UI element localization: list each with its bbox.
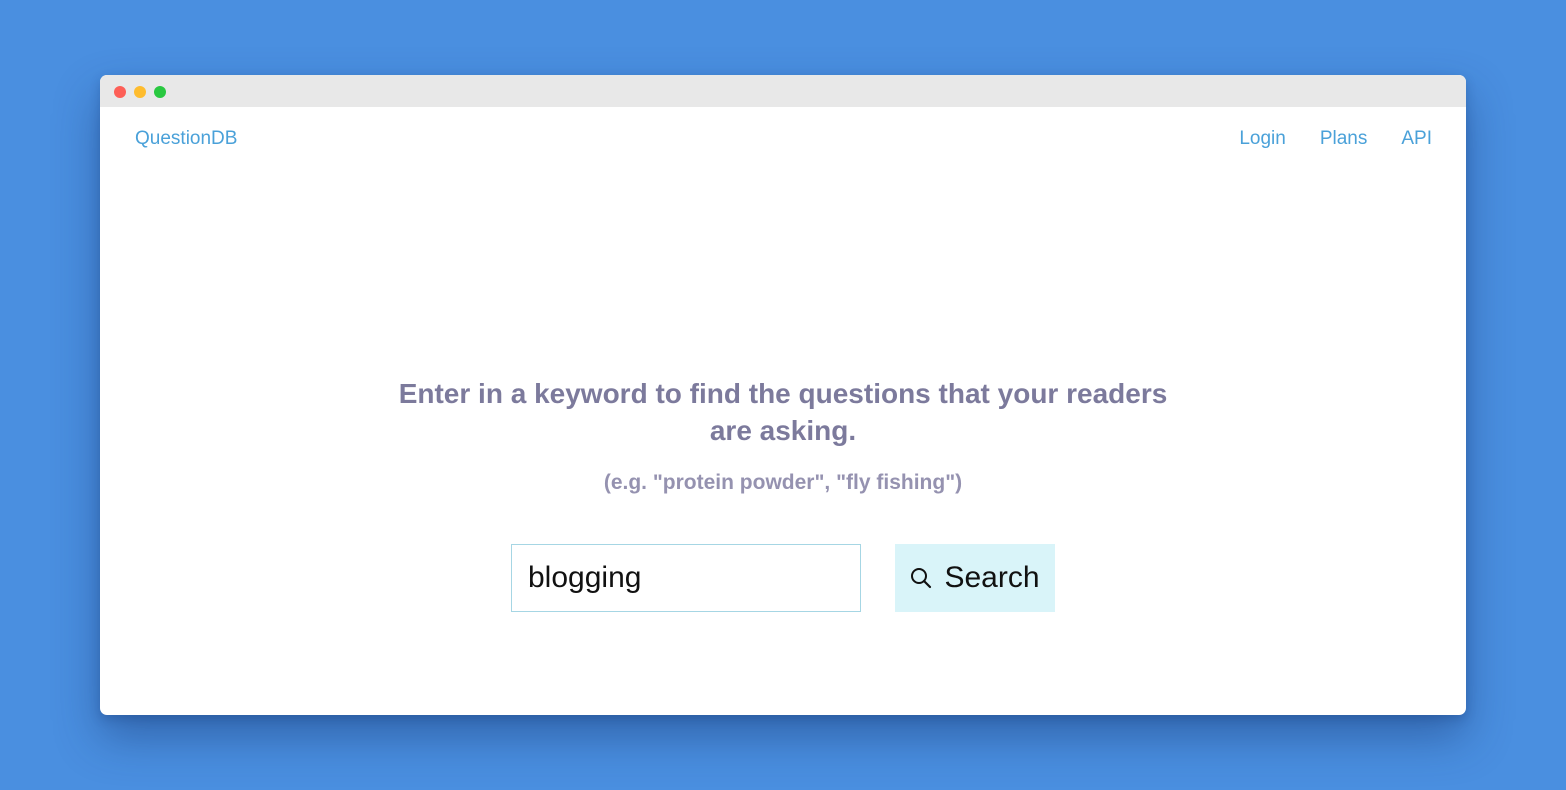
search-input[interactable] bbox=[511, 544, 861, 612]
nav-links: Login Plans API bbox=[1239, 128, 1432, 150]
hero-headline: Enter in a keyword to find the questions… bbox=[398, 378, 1168, 446]
maximize-window-button[interactable] bbox=[154, 86, 166, 98]
search-form: Search bbox=[511, 544, 1055, 612]
search-button-label: Search bbox=[944, 561, 1040, 594]
browser-window: QuestionDB Login Plans API Enter in a ke… bbox=[100, 75, 1466, 715]
navbar: QuestionDB Login Plans API bbox=[100, 107, 1466, 173]
window-titlebar bbox=[100, 75, 1466, 107]
hero-section: Enter in a keyword to find the questions… bbox=[100, 375, 1466, 495]
nav-login-link[interactable]: Login bbox=[1239, 128, 1286, 150]
nav-api-link[interactable]: API bbox=[1401, 128, 1432, 150]
hero-example-text: (e.g. "protein powder", "fly fishing") bbox=[603, 471, 963, 494]
search-button[interactable]: Search bbox=[895, 544, 1055, 612]
minimize-window-button[interactable] bbox=[134, 86, 146, 98]
search-icon bbox=[910, 567, 932, 589]
nav-plans-link[interactable]: Plans bbox=[1320, 128, 1368, 150]
brand-link[interactable]: QuestionDB bbox=[135, 128, 237, 150]
close-window-button[interactable] bbox=[114, 86, 126, 98]
